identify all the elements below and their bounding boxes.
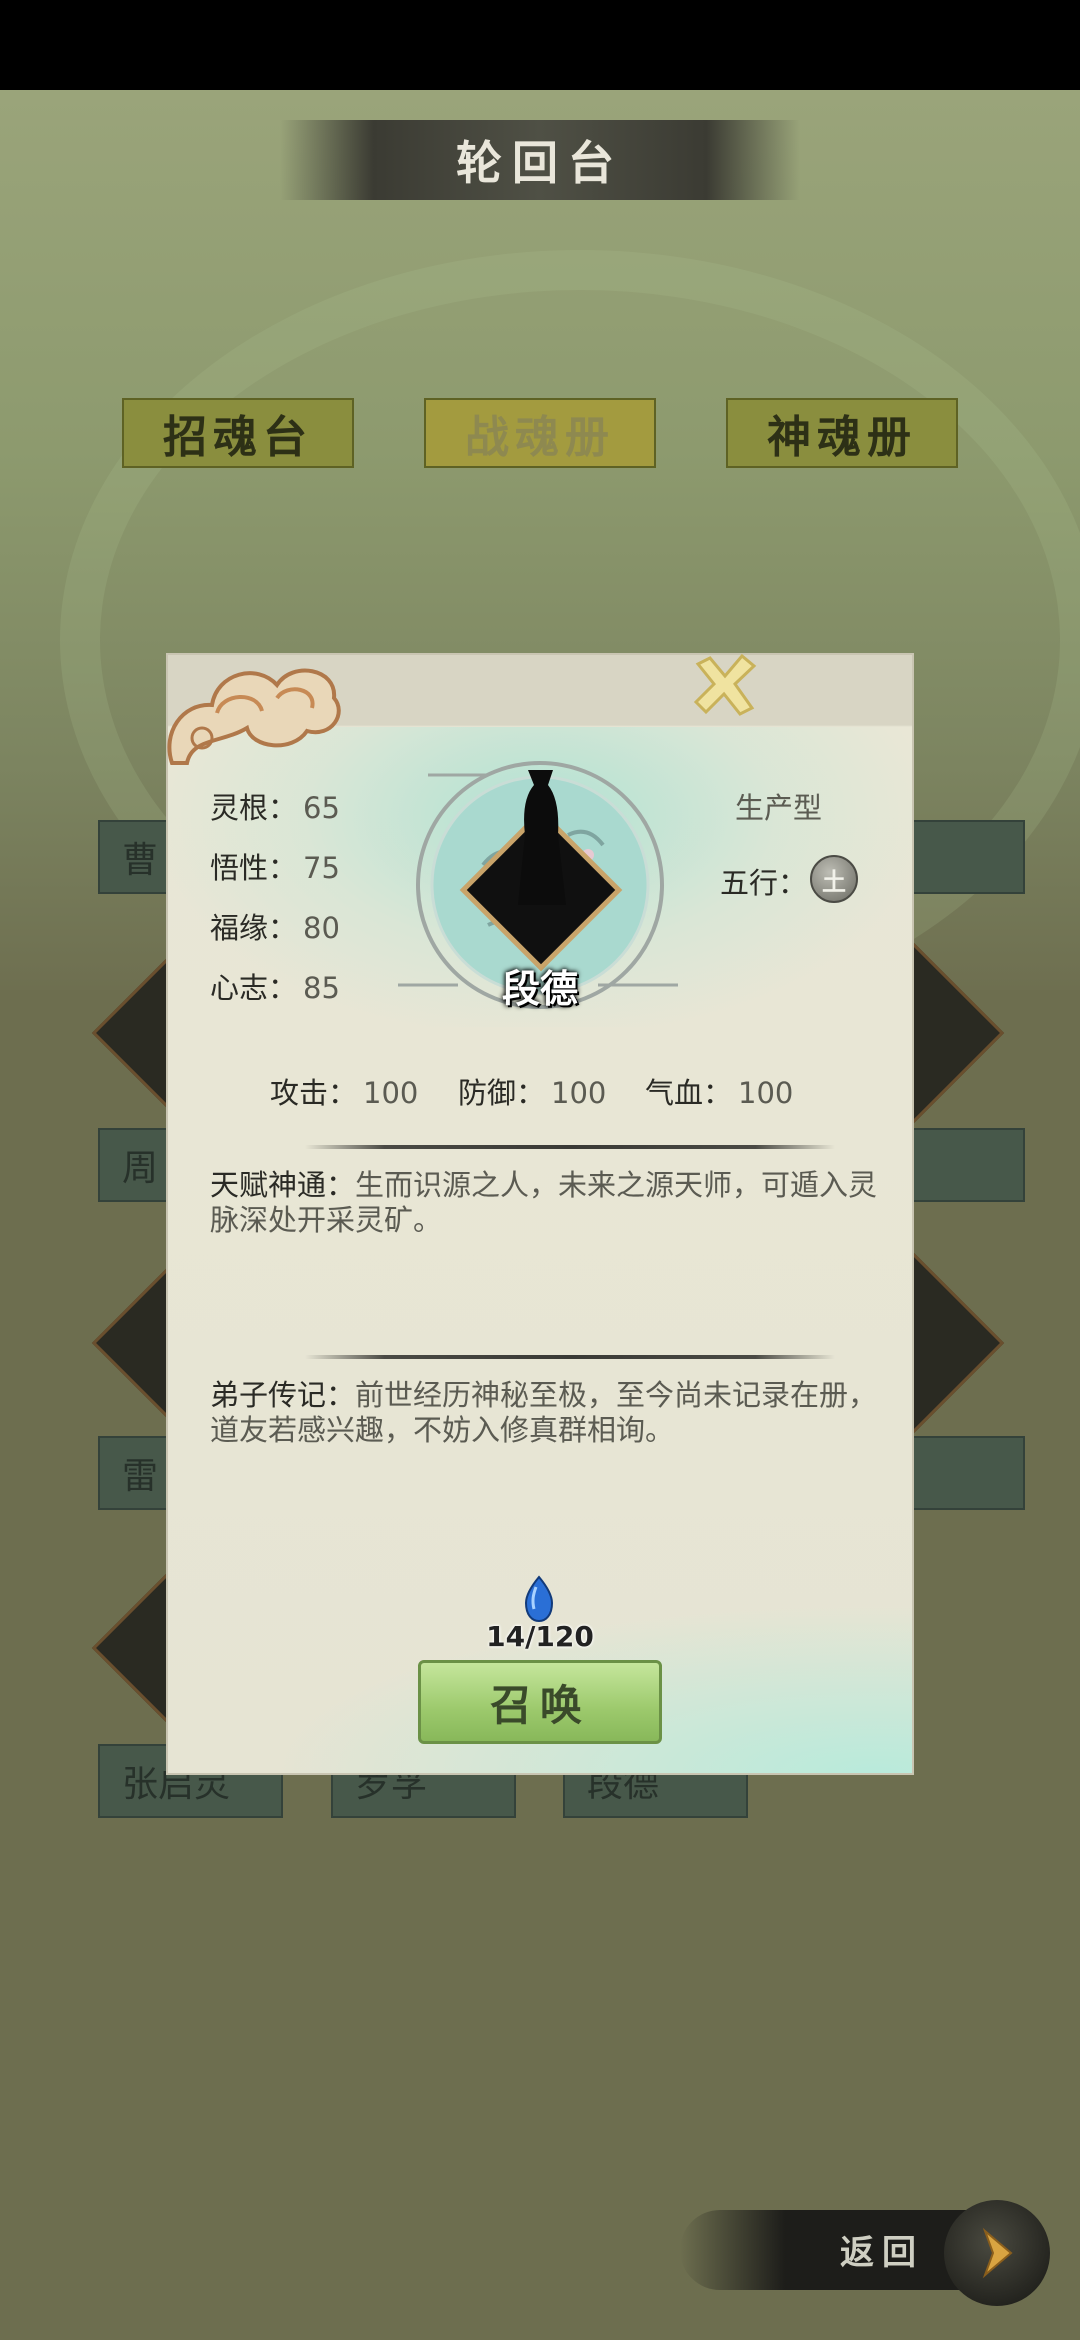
tab-zhanhun[interactable]: 战魂册: [424, 398, 656, 468]
stat-defense: 防御： 100: [458, 1076, 607, 1110]
biography-description: 弟子传记：前世经历神秘至极，至今尚未记录在册，道友若感兴趣，不妨入修真群相询。: [210, 1378, 878, 1447]
stat-wuxing: 悟性： 75: [210, 851, 340, 885]
back-button[interactable]: [944, 2200, 1050, 2306]
soul-gem-icon: [524, 1575, 554, 1623]
title-banner: 轮回台: [280, 120, 800, 200]
tab-shenhun[interactable]: 神魂册: [726, 398, 958, 468]
tab-zhaohun[interactable]: 招魂台: [122, 398, 354, 468]
chevron-right-icon: [982, 2227, 1013, 2279]
status-bar: [0, 0, 1080, 90]
soul-count: 14/120: [486, 1620, 594, 1653]
earth-element-icon: 土: [810, 855, 858, 903]
divider: [305, 1355, 835, 1359]
close-icon[interactable]: [690, 650, 760, 720]
back-brush: [680, 2210, 980, 2290]
stat-attack: 攻击： 100: [270, 1076, 419, 1110]
cloud-ornament-icon: [167, 668, 341, 765]
stat-linggen: 灵根： 65: [210, 791, 340, 825]
stat-fuyuan: 福缘： 80: [210, 911, 340, 945]
divider: [305, 1145, 835, 1149]
page-title: 轮回台: [456, 136, 624, 190]
talent-description: 天赋神通：生而识源之人，未来之源天师，可遁入灵脉深处开采灵矿。: [210, 1168, 878, 1237]
hero-type: 生产型: [735, 791, 823, 825]
stat-xinzhi: 心志： 85: [210, 971, 340, 1005]
summon-button[interactable]: 召唤: [418, 1660, 662, 1744]
stat-hp: 气血： 100: [645, 1076, 794, 1110]
element-label: 五行：: [720, 866, 808, 900]
back-label[interactable]: 返回: [840, 2225, 924, 2274]
hero-name: 段德: [501, 966, 578, 1011]
